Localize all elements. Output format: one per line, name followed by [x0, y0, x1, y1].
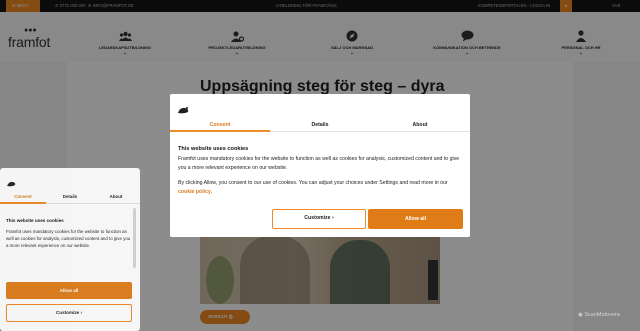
- customize-button[interactable]: Customize ›: [6, 304, 132, 322]
- dialog-text: Framfot uses mandatory cookies for the w…: [178, 156, 460, 171]
- tab-consent[interactable]: Consent: [0, 194, 46, 199]
- cookie-consent-dialog: Consent Details About This website uses …: [170, 94, 470, 237]
- allow-all-button[interactable]: Allow all: [6, 282, 132, 299]
- active-tab-indicator: [0, 202, 46, 204]
- watermark-text: ScanMotovera: [584, 312, 620, 318]
- logo-feet-icon: [7, 174, 16, 192]
- active-tab-indicator: [170, 130, 270, 132]
- customize-label: Customize: [55, 310, 80, 315]
- dialog-title: This website uses cookies: [178, 146, 249, 152]
- tab-details[interactable]: Details: [47, 194, 93, 199]
- customize-button[interactable]: Customize ›: [272, 209, 366, 229]
- dialog-title: This website uses cookies: [6, 218, 64, 223]
- cookie-policy-link[interactable]: cookie policy: [178, 189, 211, 195]
- customize-label: Customize: [304, 215, 331, 221]
- watermark: ◉ ScanMotovera: [578, 312, 620, 318]
- scrollbar[interactable]: [133, 208, 136, 268]
- dialog-consent-text: By clicking Allow, you consent to our us…: [178, 180, 448, 195]
- consent-text: By clicking Allow, you consent to our us…: [178, 180, 448, 186]
- secondary-cookie-dialog: Consent Details About This website uses …: [0, 168, 140, 331]
- dialog-text: Framfot uses mandatory cookies for the w…: [6, 229, 131, 248]
- tab-about[interactable]: About: [93, 194, 139, 199]
- logo-feet-icon: [178, 101, 189, 119]
- allow-all-button[interactable]: Allow all: [368, 209, 463, 229]
